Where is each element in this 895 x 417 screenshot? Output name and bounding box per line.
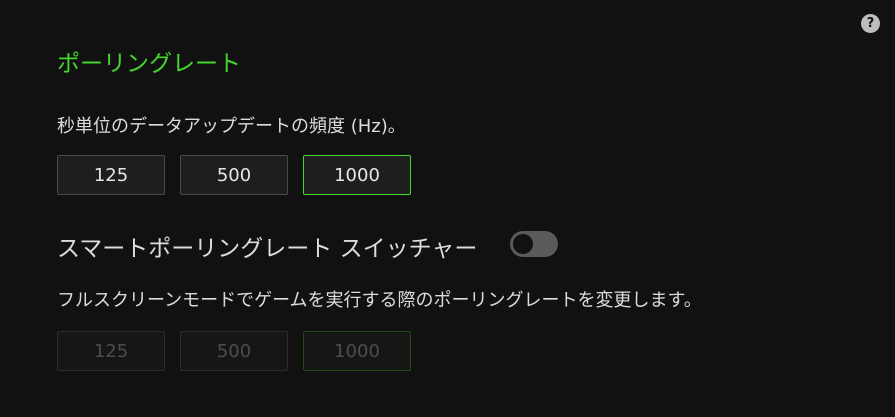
smart-rate-500-button: 500 bbox=[180, 331, 288, 371]
polling-rate-description: 秒単位のデータアップデートの頻度 (Hz)。 bbox=[57, 116, 406, 137]
polling-rate-panel: ? ポーリングレート 秒単位のデータアップデートの頻度 (Hz)。 125 50… bbox=[0, 0, 895, 417]
polling-rate-500-button[interactable]: 500 bbox=[180, 155, 288, 195]
help-icon[interactable]: ? bbox=[861, 14, 880, 33]
polling-rate-125-button[interactable]: 125 bbox=[57, 155, 165, 195]
smart-switcher-label: スマートポーリングレート スイッチャー bbox=[57, 236, 478, 262]
section-title: ポーリングレート bbox=[57, 51, 241, 77]
toggle-knob bbox=[513, 234, 533, 254]
smart-switcher-description: フルスクリーンモードでゲームを実行する際のポーリングレートを変更します。 bbox=[57, 290, 702, 311]
smart-switcher-toggle[interactable] bbox=[510, 231, 558, 257]
polling-rate-options: 125 500 1000 bbox=[57, 155, 411, 195]
polling-rate-1000-button[interactable]: 1000 bbox=[303, 155, 411, 195]
smart-rate-125-button: 125 bbox=[57, 331, 165, 371]
smart-rate-1000-button: 1000 bbox=[303, 331, 411, 371]
smart-rate-options: 125 500 1000 bbox=[57, 331, 411, 371]
